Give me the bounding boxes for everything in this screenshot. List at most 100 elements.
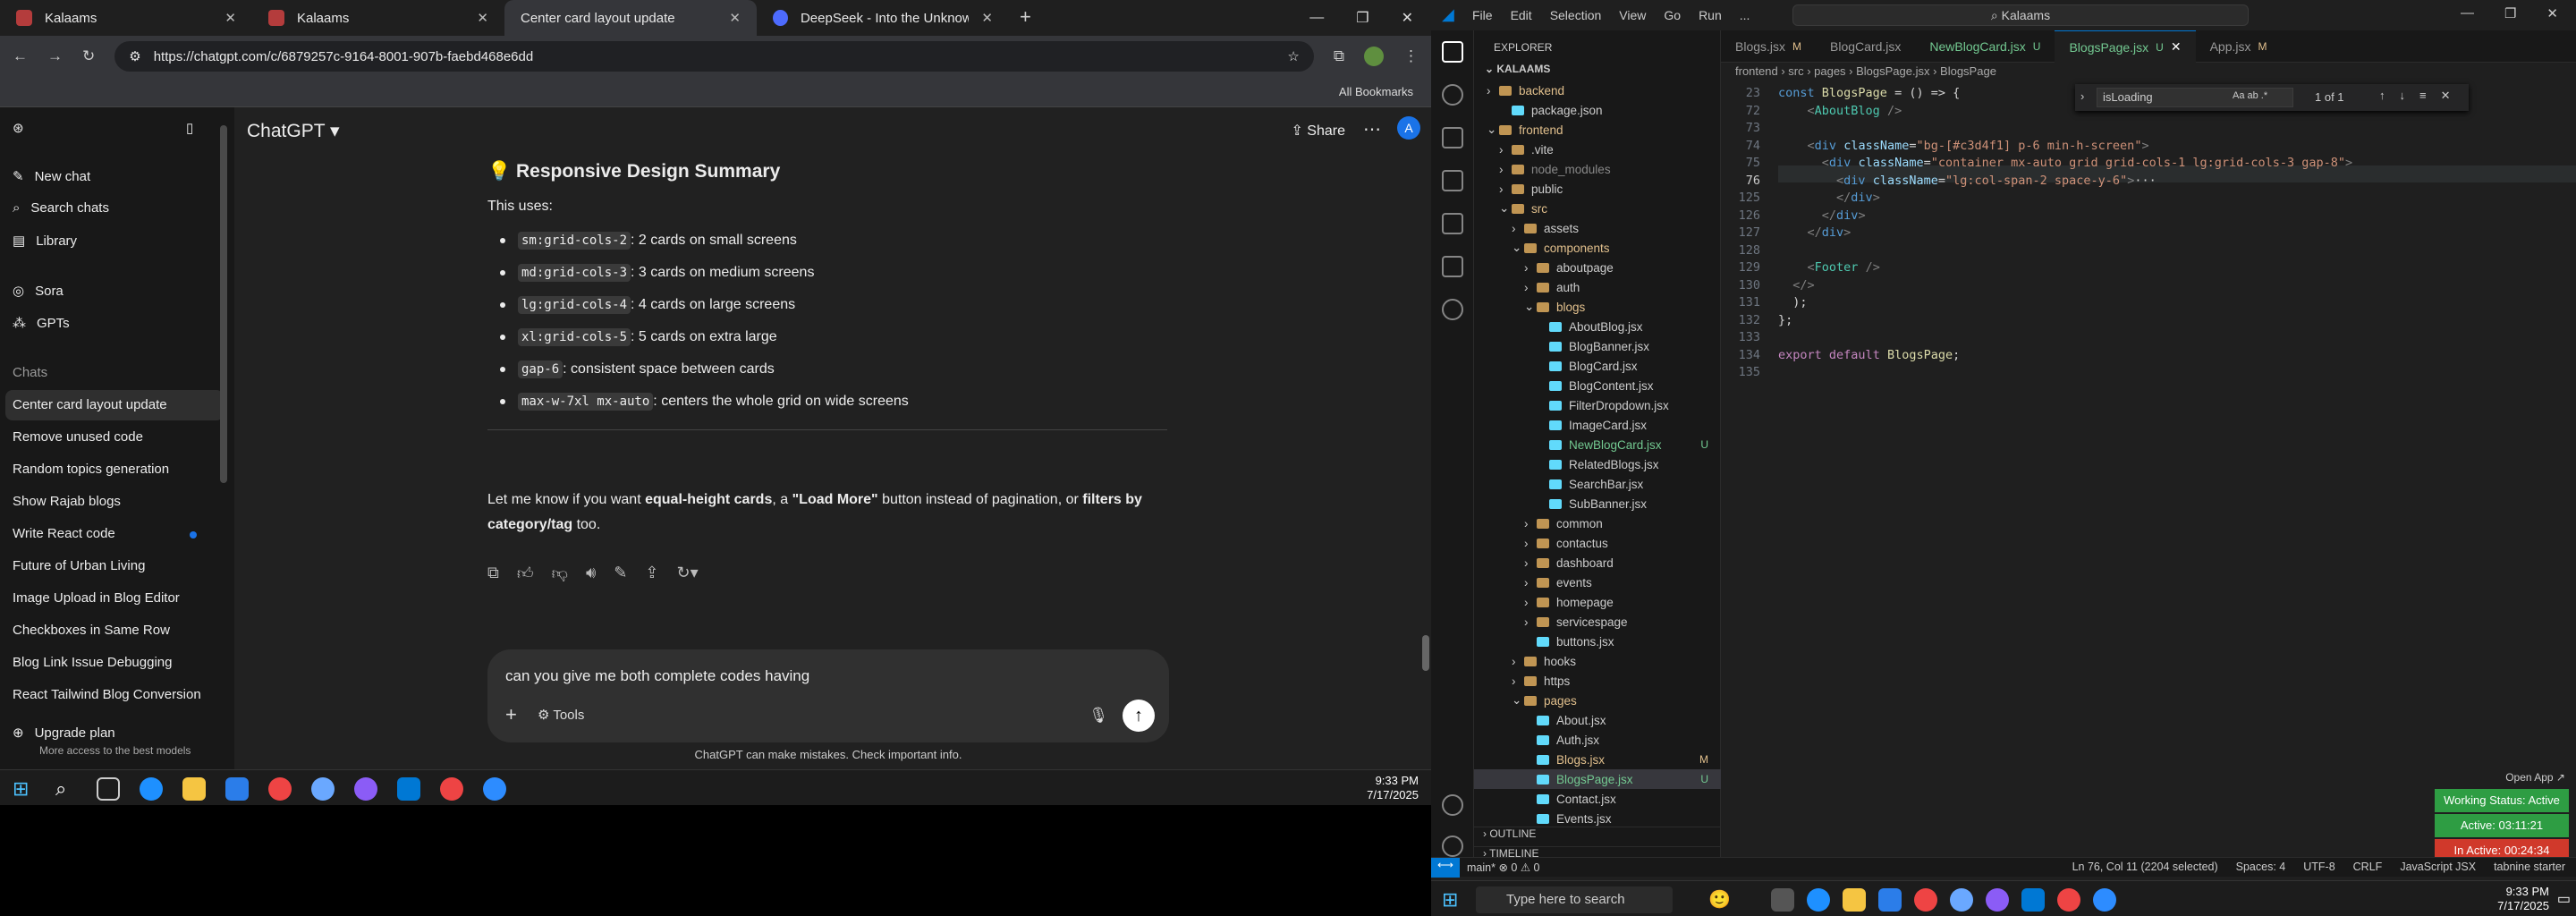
- search-icon[interactable]: ⌕: [55, 777, 79, 801]
- tree-folder[interactable]: › dashboard: [1474, 553, 1721, 572]
- tree-folder[interactable]: › homepage: [1474, 592, 1721, 612]
- edge-icon[interactable]: [140, 777, 163, 801]
- tree-file[interactable]: RelatedBlogs.jsx: [1474, 454, 1721, 474]
- chat-history-item[interactable]: Center card layout update: [13, 397, 167, 412]
- menu-edit[interactable]: Edit: [1511, 8, 1532, 22]
- share-button[interactable]: ⇪ Share: [1291, 122, 1345, 140]
- minimize-icon[interactable]: —: [2461, 5, 2474, 21]
- tree-file[interactable]: Events.jsx: [1474, 809, 1721, 828]
- outline-section[interactable]: › OUTLINE: [1474, 827, 1721, 846]
- tree-folder[interactable]: › servicespage: [1474, 612, 1721, 632]
- menu-go[interactable]: Go: [1664, 8, 1681, 22]
- tree-folder[interactable]: › common: [1474, 513, 1721, 533]
- thumbs-down-icon[interactable]: 👎︎: [552, 564, 568, 583]
- tree-file[interactable]: FilterDropdown.jsx: [1474, 395, 1721, 415]
- tree-file[interactable]: ImageCard.jsx: [1474, 415, 1721, 435]
- menu-file[interactable]: File: [1472, 8, 1493, 22]
- attach-plus-icon[interactable]: +: [505, 703, 517, 726]
- chrome-icon[interactable]: [268, 777, 292, 801]
- tree-folder[interactable]: › aboutpage: [1474, 258, 1721, 277]
- tree-file[interactable]: package.json: [1474, 100, 1721, 120]
- tree-folder[interactable]: › .vite: [1474, 140, 1721, 159]
- remote-icon[interactable]: ⟷: [1431, 858, 1460, 878]
- zoom-icon[interactable]: [483, 777, 506, 801]
- tree-folder[interactable]: › backend: [1474, 81, 1721, 100]
- find-nav-icons[interactable]: ↑↓≡✕: [2379, 89, 2464, 103]
- task-view-icon[interactable]: [1771, 888, 1794, 912]
- bookmark-star-icon[interactable]: ☆: [1287, 48, 1299, 64]
- tree-file[interactable]: SearchBar.jsx: [1474, 474, 1721, 494]
- chat-history-item[interactable]: Random topics generation: [13, 462, 169, 477]
- chat-history-item[interactable]: Remove unused code: [13, 429, 143, 445]
- start-icon[interactable]: ⊞: [13, 777, 36, 801]
- code-line[interactable]: export default BlogsPage;: [1778, 348, 1960, 362]
- chat-history-item[interactable]: Show Rajab blogs: [13, 494, 121, 509]
- new-chat-button[interactable]: ✎ New chat: [13, 168, 90, 185]
- copy-icon[interactable]: ⧉: [487, 564, 499, 583]
- line-ending[interactable]: CRLF: [2353, 861, 2383, 873]
- tabnine-icon[interactable]: [1442, 299, 1463, 320]
- read-aloud-icon[interactable]: 🔊︎: [586, 564, 596, 583]
- tree-folder[interactable]: ⌄ src: [1474, 199, 1721, 218]
- cursor-position[interactable]: Ln 76, Col 11 (2204 selected): [2072, 861, 2218, 873]
- tree-file[interactable]: NewBlogCard.jsx U: [1474, 435, 1721, 454]
- more-options-icon[interactable]: ⋯: [1363, 118, 1381, 140]
- code-line[interactable]: <div className="bg-[#c3d4f1] p-6 min-h-s…: [1778, 139, 2149, 153]
- account-icon[interactable]: [1442, 794, 1463, 816]
- chrome-icon[interactable]: [440, 777, 463, 801]
- tree-folder[interactable]: › auth: [1474, 277, 1721, 297]
- chat-scrollbar[interactable]: [1422, 635, 1429, 671]
- code-line[interactable]: </div>: [1778, 208, 1866, 223]
- tree-file[interactable]: BlogCard.jsx: [1474, 356, 1721, 376]
- editor-tab-active[interactable]: BlogsPage.jsx U ✕: [2055, 30, 2196, 63]
- code-line[interactable]: </div>: [1778, 225, 1852, 240]
- editor-tab[interactable]: App.jsx M: [2196, 30, 2282, 63]
- language-mode[interactable]: JavaScript JSX: [2400, 861, 2476, 873]
- menu-kebab-icon[interactable]: ⋮: [1403, 47, 1419, 65]
- open-app-link[interactable]: Open App ↗: [2505, 771, 2565, 784]
- workspace-root[interactable]: ⌄ KALAAMS: [1485, 63, 1550, 75]
- store-icon[interactable]: [1878, 888, 1902, 912]
- chat-history-item[interactable]: Blog Link Issue Debugging: [13, 655, 172, 670]
- extensions-icon[interactable]: ⧉: [1334, 47, 1344, 65]
- editor-tab[interactable]: NewBlogCard.jsx U: [1915, 30, 2055, 63]
- close-tab-icon[interactable]: ✕: [981, 10, 993, 26]
- gpts-button[interactable]: ⁂ GPTs: [13, 315, 70, 332]
- source-control-icon[interactable]: [1442, 127, 1463, 148]
- file-explorer-icon[interactable]: [1843, 888, 1866, 912]
- chat-history-item[interactable]: Write React code: [13, 526, 115, 541]
- chrome-icon[interactable]: [2057, 888, 2080, 912]
- omnibox[interactable]: ⚙ https://chatgpt.com/c/6879257c-9164-80…: [114, 41, 1314, 72]
- tree-folder[interactable]: › public: [1474, 179, 1721, 199]
- tree-file[interactable]: BlogContent.jsx: [1474, 376, 1721, 395]
- code-line[interactable]: </div>: [1778, 191, 1880, 205]
- clock[interactable]: 9:33 PM 7/17/2025: [2497, 885, 2549, 913]
- tree-folder[interactable]: › hooks: [1474, 651, 1721, 671]
- clock[interactable]: 9:33 PM 7/17/2025: [1367, 774, 1419, 802]
- close-tab-icon[interactable]: ✕: [477, 10, 488, 26]
- editor-tab[interactable]: Blogs.jsx M: [1721, 30, 1816, 63]
- code-line[interactable]: const BlogsPage = () => {: [1778, 86, 1960, 100]
- browser-tab[interactable]: DeepSeek - Into the Unknown ✕: [757, 0, 1009, 36]
- microphone-icon[interactable]: 🎙︎: [1089, 707, 1108, 725]
- tree-file[interactable]: Auth.jsx: [1474, 730, 1721, 750]
- tree-file[interactable]: buttons.jsx: [1474, 632, 1721, 651]
- start-icon[interactable]: ⊞: [1442, 888, 1458, 912]
- search-chats-button[interactable]: ⌕ Search chats: [13, 200, 109, 216]
- app-icon[interactable]: [1950, 888, 1973, 912]
- tree-file[interactable]: Blogs.jsx M: [1474, 750, 1721, 769]
- forward-icon[interactable]: →: [47, 47, 63, 65]
- tabnine-status[interactable]: tabnine starter: [2494, 861, 2565, 873]
- browser-tab[interactable]: Kalaams ✕: [0, 0, 252, 36]
- reload-icon[interactable]: ↻: [82, 47, 95, 65]
- close-tab-icon[interactable]: ✕: [729, 10, 741, 26]
- tree-file[interactable]: BlogsPage.jsx U: [1474, 769, 1721, 789]
- code-editor[interactable]: 23 const BlogsPage = () => {72 <AboutBlog…: [1721, 81, 2576, 784]
- maximize-icon[interactable]: ❐: [2504, 5, 2516, 21]
- extensions-icon[interactable]: [1442, 213, 1463, 234]
- close-window-icon[interactable]: ✕: [1402, 9, 1413, 27]
- task-view-icon[interactable]: [97, 777, 120, 801]
- indentation[interactable]: Spaces: 4: [2236, 861, 2286, 873]
- tree-file[interactable]: About.jsx: [1474, 710, 1721, 730]
- sora-button[interactable]: ◎ Sora: [13, 283, 64, 300]
